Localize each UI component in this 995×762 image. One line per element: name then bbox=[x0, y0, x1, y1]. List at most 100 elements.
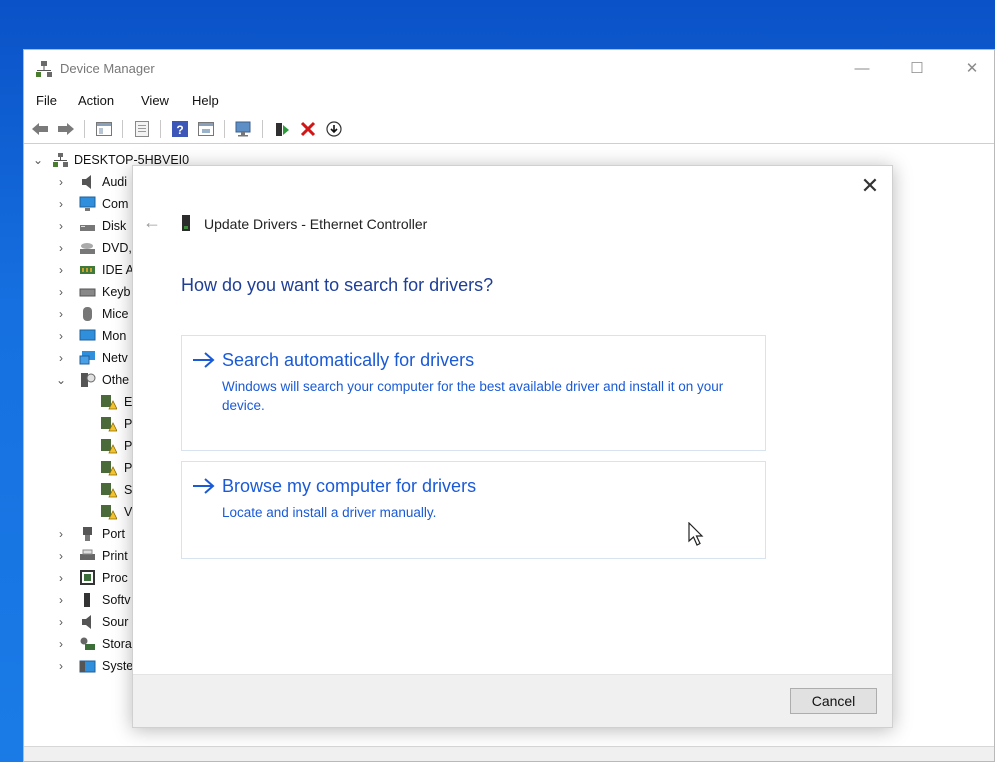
warning-device-icon bbox=[101, 461, 117, 476]
help-icon[interactable]: ? bbox=[170, 119, 190, 139]
chevron-right-icon[interactable]: › bbox=[55, 197, 67, 211]
chevron-right-icon[interactable]: › bbox=[55, 329, 67, 343]
menu-view[interactable]: View bbox=[141, 93, 169, 108]
device-manager-icon bbox=[36, 61, 52, 77]
storage-icon bbox=[80, 637, 95, 650]
toolbar-separator bbox=[122, 120, 123, 138]
printer-icon bbox=[80, 549, 95, 560]
maximize-button[interactable]: ☐ bbox=[897, 56, 937, 82]
search-automatically-option[interactable]: Search automatically for drivers Windows… bbox=[181, 335, 766, 451]
window-title: Device Manager bbox=[60, 61, 155, 76]
view-resources-icon[interactable] bbox=[196, 119, 216, 139]
tree-item-label: Softv bbox=[102, 593, 131, 607]
warning-device-icon bbox=[101, 417, 117, 432]
minimize-button[interactable]: — bbox=[842, 56, 882, 82]
tree-item-label: Disk bbox=[102, 219, 127, 233]
tree-item-label: Othe bbox=[102, 373, 130, 387]
menu-file[interactable]: File bbox=[36, 93, 57, 108]
computer-icon bbox=[53, 153, 68, 167]
chevron-right-icon[interactable]: › bbox=[55, 549, 67, 563]
update-driver-icon[interactable] bbox=[272, 119, 292, 139]
chevron-right-icon[interactable]: › bbox=[55, 263, 67, 277]
tree-item-label: Stora bbox=[102, 637, 132, 651]
toolbar-separator bbox=[84, 120, 85, 138]
tree-item-label: Audi bbox=[102, 175, 128, 189]
menu-action[interactable]: Action bbox=[78, 93, 114, 108]
chevron-right-icon[interactable]: › bbox=[55, 615, 67, 629]
processor-icon bbox=[80, 570, 95, 585]
speaker-icon bbox=[82, 615, 91, 629]
network-icon bbox=[79, 351, 95, 365]
chevron-right-icon[interactable]: › bbox=[55, 659, 67, 673]
chevron-down-icon[interactable]: ⌄ bbox=[32, 153, 44, 167]
monitor-icon bbox=[79, 196, 96, 211]
warning-device-icon bbox=[101, 439, 117, 454]
arrow-right-icon bbox=[193, 478, 215, 494]
option-title: Browse my computer for drivers bbox=[222, 476, 477, 496]
port-icon bbox=[83, 527, 92, 541]
properties-icon[interactable] bbox=[132, 119, 152, 139]
ethernet-controller-icon bbox=[182, 215, 190, 231]
other-devices-icon bbox=[81, 373, 96, 387]
tree-item-label: Com bbox=[102, 197, 129, 211]
browse-computer-option[interactable]: Browse my computer for drivers Locate an… bbox=[181, 461, 766, 559]
chevron-right-icon[interactable]: › bbox=[55, 571, 67, 585]
warning-device-icon bbox=[101, 483, 117, 498]
svg-text:?: ? bbox=[176, 123, 183, 137]
disk-icon bbox=[80, 225, 95, 231]
menu-bar: File Action View Help bbox=[24, 90, 994, 112]
arrow-right-icon bbox=[193, 352, 215, 368]
scan-hardware-icon[interactable] bbox=[234, 119, 254, 139]
chevron-right-icon[interactable]: › bbox=[55, 637, 67, 651]
tree-item-label: Print bbox=[102, 549, 128, 563]
chevron-right-icon[interactable]: › bbox=[55, 219, 67, 233]
status-bar bbox=[24, 746, 994, 761]
dialog-heading: How do you want to search for drivers? bbox=[181, 275, 494, 295]
chevron-right-icon[interactable]: › bbox=[55, 175, 67, 189]
enable-device-icon[interactable] bbox=[324, 119, 344, 139]
uninstall-device-icon[interactable] bbox=[298, 119, 318, 139]
chevron-right-icon[interactable]: › bbox=[55, 351, 67, 365]
mouse-icon bbox=[83, 307, 92, 321]
cancel-button[interactable]: Cancel bbox=[790, 688, 877, 714]
warning-device-icon bbox=[101, 505, 117, 520]
dvd-icon bbox=[80, 243, 95, 254]
back-arrow-icon[interactable] bbox=[30, 119, 50, 139]
dialog-title: Update Drivers - Ethernet Controller bbox=[204, 216, 428, 232]
close-window-button[interactable]: ✕ bbox=[952, 56, 992, 82]
software-icon bbox=[84, 593, 90, 607]
tree-item-label: Netv bbox=[102, 351, 128, 365]
close-dialog-button[interactable]: ✕ bbox=[858, 174, 882, 198]
tree-item-label: Proc bbox=[102, 571, 128, 585]
tree-item-label: Sour bbox=[102, 615, 129, 629]
chevron-right-icon[interactable]: › bbox=[55, 285, 67, 299]
chevron-right-icon[interactable]: › bbox=[55, 307, 67, 321]
mouse-pointer-icon bbox=[688, 522, 704, 546]
tree-item-label: Mon bbox=[102, 329, 127, 343]
dialog-footer: Cancel bbox=[133, 674, 892, 727]
menu-help[interactable]: Help bbox=[192, 93, 219, 108]
chevron-right-icon[interactable]: › bbox=[55, 593, 67, 607]
ide-icon bbox=[80, 266, 95, 274]
warning-device-icon bbox=[101, 395, 117, 410]
option-title: Search automatically for drivers bbox=[222, 350, 475, 370]
forward-arrow-icon[interactable] bbox=[56, 119, 76, 139]
tree-item-label: DVD, bbox=[102, 241, 132, 255]
speaker-icon bbox=[82, 175, 91, 189]
option-description: Windows will search your computer for th… bbox=[222, 379, 724, 413]
tree-item-label: Port bbox=[102, 527, 125, 541]
title-bar: Device Manager — ☐ ✕ bbox=[24, 50, 994, 90]
toolbar-separator bbox=[160, 120, 161, 138]
back-button[interactable]: ← bbox=[141, 211, 163, 233]
chevron-right-icon[interactable]: › bbox=[55, 241, 67, 255]
keyboard-icon bbox=[79, 288, 96, 297]
chevron-down-icon[interactable]: ⌄ bbox=[55, 373, 67, 387]
option-description: Locate and install a driver manually. bbox=[222, 505, 437, 520]
tree-item-label: IDE A bbox=[102, 263, 134, 277]
toolbar: ? bbox=[24, 115, 994, 144]
toolbar-separator bbox=[224, 120, 225, 138]
tree-item-label: Syste bbox=[102, 659, 134, 673]
chevron-right-icon[interactable]: › bbox=[55, 527, 67, 541]
show-hide-console-tree-icon[interactable] bbox=[94, 119, 114, 139]
tree-item-label: Keyb bbox=[102, 285, 131, 299]
